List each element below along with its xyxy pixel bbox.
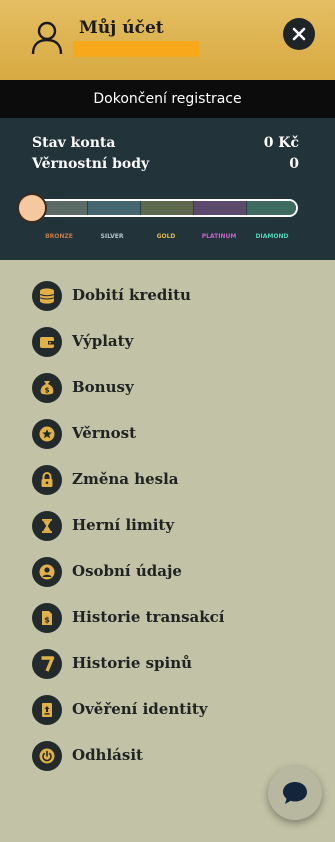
menu-item-label: Změna hesla (72, 470, 179, 488)
tier-label-gold: GOLD (156, 233, 176, 240)
balance-label: Stav konta (32, 135, 116, 151)
svg-text:$: $ (44, 616, 50, 625)
coins-icon (32, 281, 62, 311)
menu-item-label: Věrnost (72, 424, 136, 442)
live-chat-button[interactable] (268, 766, 322, 820)
menu-item-label: Osobní údaje (72, 562, 182, 580)
menu-item-label: Historie spinů (72, 654, 193, 672)
tier-label-silver: SILVER (100, 233, 124, 240)
money-bag-icon: $ (32, 373, 62, 403)
menu-item-identity-verification[interactable]: Ověření identity (32, 695, 292, 725)
tier-segment-silver (88, 201, 140, 215)
star-badge-icon (32, 419, 62, 449)
svg-text:$: $ (45, 387, 50, 395)
account-username: hidden-username (73, 41, 199, 57)
menu-item-label: Dobití kreditu (72, 286, 191, 304)
menu-item-transaction-history[interactable]: $ Historie transakcí (32, 603, 292, 633)
lock-icon (32, 465, 62, 495)
close-icon (292, 27, 306, 41)
tier-label-diamond: DIAMOND (255, 233, 289, 240)
tier-label-platinum: PLATINUM (201, 233, 237, 240)
chat-bubble-icon (283, 782, 307, 804)
balance-value: 0 Kč (263, 135, 299, 151)
menu-item-change-password[interactable]: Změna hesla (32, 465, 292, 495)
menu-item-personal-data[interactable]: Osobní údaje (32, 557, 292, 587)
menu-item-label: Historie transakcí (72, 608, 225, 626)
loyalty-progress-knob (17, 193, 47, 223)
menu-item-loyalty[interactable]: Věrnost (32, 419, 292, 449)
wallet-icon (32, 327, 62, 357)
tier-segment-diamond (247, 201, 296, 215)
menu-item-spin-history[interactable]: Historie spinů (32, 649, 292, 679)
account-title: Můj účet (79, 18, 164, 38)
transaction-document-icon: $ (32, 603, 62, 633)
id-upload-icon (32, 695, 62, 725)
tier-label-bronze: BRONZE (45, 233, 73, 240)
menu-item-label: Bonusy (72, 378, 134, 396)
account-header: Můj účet hidden-username (0, 0, 335, 80)
menu-item-label: Herní limity (72, 516, 175, 534)
loyalty-points-label: Věrnostní body (32, 156, 150, 172)
menu-item-label: Ověření identity (72, 700, 208, 718)
tier-segment-bronze (46, 201, 87, 215)
menu-item-payouts[interactable]: Výplaty (32, 327, 292, 357)
seven-icon (32, 649, 62, 679)
menu-item-game-limits[interactable]: Herní limity (32, 511, 292, 541)
tier-segment-gold (141, 201, 193, 215)
close-button[interactable] (283, 18, 315, 50)
user-icon (31, 21, 63, 55)
person-icon (32, 557, 62, 587)
loyalty-points-row: Věrnostní body 0 (32, 156, 299, 172)
loyalty-points-value: 0 (289, 156, 299, 172)
menu-item-logout[interactable]: Odhlásit (32, 741, 292, 771)
balance-row: Stav konta 0 Kč (32, 135, 299, 151)
power-icon (32, 741, 62, 771)
menu-item-label: Výplaty (72, 332, 134, 350)
menu-item-bonuses[interactable]: $ Bonusy (32, 373, 292, 403)
menu-item-label: Odhlásit (72, 746, 143, 764)
tier-segment-platinum (194, 201, 246, 215)
hourglass-icon (32, 511, 62, 541)
loyalty-progress-track (22, 199, 298, 217)
complete-registration-button[interactable]: Dokončení registrace (0, 80, 335, 118)
menu-item-topup[interactable]: Dobití kreditu (32, 281, 292, 311)
